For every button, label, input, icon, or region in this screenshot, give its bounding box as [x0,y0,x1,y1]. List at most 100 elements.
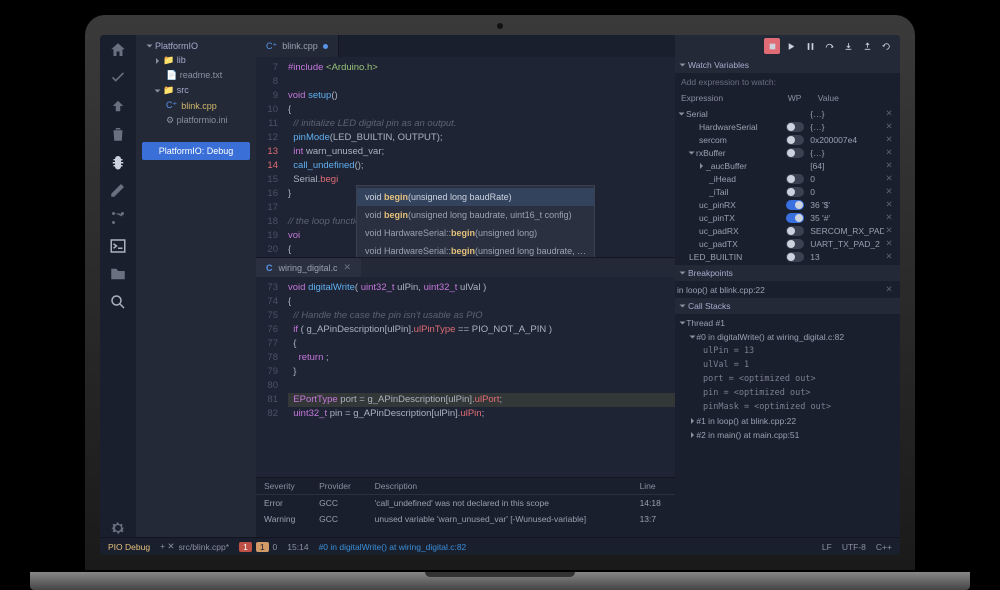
search-activity-icon[interactable] [109,293,127,311]
autocomplete-item[interactable]: void HardwareSerial::begin(unsigned long… [357,224,594,242]
debug-panel: Watch Variables Add expression to watch:… [675,35,900,537]
problem-row[interactable]: WarningGCCunused variable 'warn_unused_v… [256,511,675,527]
close-icon[interactable]: ✕ [884,147,894,158]
watch-row[interactable]: sercom0x200007e4 ✕ [675,133,900,146]
tree-item[interactable]: ⚙ platformio.ini [136,113,256,128]
debug-stop-button[interactable] [764,38,780,54]
status-git[interactable]: + ✕ src/blink.cpp* [160,541,229,552]
watchpoint-toggle[interactable] [786,174,804,184]
bug-icon[interactable] [109,153,127,171]
debug-pause-button[interactable] [802,38,818,54]
status-lang[interactable]: C++ [876,542,892,552]
tree-root[interactable]: PlatformIO [136,39,256,53]
breakpoints-header[interactable]: Breakpoints [675,265,900,281]
stack-var: ulPin = 13 [675,344,900,358]
close-icon[interactable]: ✕ [884,160,894,171]
watchpoint-toggle[interactable] [786,213,804,223]
watchpoint-toggle[interactable] [786,122,804,132]
editor-tab[interactable]: C wiring_digital.c ✕ [256,258,361,277]
code-editor-2[interactable]: 73747576777879808182 void digitalWrite( … [256,277,675,477]
activity-bar [100,35,136,537]
status-pio[interactable]: PIO Debug [108,542,150,552]
upload-icon[interactable] [109,97,127,115]
stack-frame[interactable]: #1 in loop() at blink.cpp:22 [675,414,900,428]
callstack-header[interactable]: Call Stacks [675,298,900,314]
autocomplete-item[interactable]: void begin(unsigned long baudrate, uint1… [357,206,594,224]
watch-row[interactable]: Serial{…}✕ [675,107,900,120]
watchpoint-toggle[interactable] [786,187,804,197]
autocomplete-item[interactable]: void HardwareSerial::begin(unsigned long… [357,242,594,257]
watchpoint-toggle[interactable] [786,239,804,249]
editor-tabs: C⁺ blink.cpp [256,35,675,57]
status-lf[interactable]: LF [822,542,832,552]
gear-icon[interactable] [109,519,127,537]
close-icon[interactable]: ✕ [884,186,894,197]
debug-config-badge[interactable]: PlatformIO: Debug [142,142,250,160]
debug-step-over-button[interactable] [821,38,837,54]
tree-item[interactable]: 📁 lib [136,53,256,68]
close-icon[interactable]: ✕ [884,238,894,249]
debug-toolbar [675,35,900,57]
watch-row[interactable]: uc_padRXSERCOM_RX_PAD_3✕ [675,224,900,237]
thread-row[interactable]: Thread #1 [675,316,900,330]
close-icon[interactable]: ✕ [884,251,894,262]
status-bar: PIO Debug + ✕ src/blink.cpp* 11 0 15:14 … [100,537,900,555]
watch-row[interactable]: _aucBuffer[64]✕ [675,159,900,172]
watch-row[interactable]: HardwareSerial{…}✕ [675,120,900,133]
breakpoint-row[interactable]: in loop() at blink.cpp:22✕ [675,283,900,296]
editor-area: C⁺ blink.cpp 789101112131415161718192021… [256,35,675,537]
stack-frame[interactable]: #0 in digitalWrite() at wiring_digital.c… [675,330,900,344]
status-frame[interactable]: #0 in digitalWrite() at wiring_digital.c… [319,542,467,552]
close-icon[interactable]: ✕ [884,284,894,295]
watch-add-input[interactable]: Add expression to watch: [675,73,900,91]
watch-row[interactable]: uc_pinRX36 '$'✕ [675,198,900,211]
debug-continue-button[interactable] [783,38,799,54]
status-errors[interactable]: 1 [239,542,252,552]
terminal-icon[interactable] [109,237,127,255]
watchpoint-toggle[interactable] [786,148,804,158]
close-icon[interactable]: ✕ [884,199,894,210]
tree-item[interactable]: 📁 src [136,83,256,98]
check-icon[interactable] [109,69,127,87]
close-icon[interactable]: ✕ [884,225,894,236]
explorer-sidebar: PlatformIO 📁 lib📄 readme.txt📁 srcC⁺ blin… [136,35,256,537]
debug-step-into-button[interactable] [840,38,856,54]
autocomplete-popup[interactable]: void begin(unsigned long baudRate)void b… [356,185,595,257]
watch-row[interactable]: _iHead0✕ [675,172,900,185]
status-cursor[interactable]: 15:14 [287,542,308,552]
tree-item[interactable]: 📄 readme.txt [136,68,256,83]
status-warnings[interactable]: 1 [256,542,269,552]
watchpoint-toggle[interactable] [786,226,804,236]
debug-restart-button[interactable] [878,38,894,54]
close-icon[interactable]: ✕ [884,108,894,119]
watchpoint-toggle[interactable] [786,135,804,145]
watchpoint-toggle[interactable] [786,252,804,262]
close-icon[interactable]: ✕ [884,212,894,223]
stack-var: port = <optimized out> [675,372,900,386]
branch-icon[interactable] [109,209,127,227]
watchpoint-toggle[interactable] [786,200,804,210]
watch-row[interactable]: uc_padTXUART_TX_PAD_2✕ [675,237,900,250]
close-icon[interactable]: ✕ [884,121,894,132]
watch-row[interactable]: _iTail0✕ [675,185,900,198]
tree-item[interactable]: C⁺ blink.cpp [136,98,256,113]
watch-row[interactable]: rxBuffer{…}✕ [675,146,900,159]
trash-icon[interactable] [109,125,127,143]
stack-var: pinMask = <optimized out> [675,400,900,414]
editor-tab[interactable]: C⁺ blink.cpp [256,35,339,57]
code-editor-1[interactable]: 789101112131415161718192021222324 #inclu… [256,57,675,257]
close-icon[interactable]: ✕ [884,173,894,184]
close-icon[interactable]: ✕ [884,134,894,145]
autocomplete-item[interactable]: void begin(unsigned long baudRate) [357,188,594,206]
edit-icon[interactable] [109,181,127,199]
watch-row[interactable]: LED_BUILTIN13✕ [675,250,900,263]
watch-row[interactable]: uc_pinTX35 '#'✕ [675,211,900,224]
folder-icon[interactable] [109,265,127,283]
problem-row[interactable]: ErrorGCC'call_undefined' was not declare… [256,495,675,512]
debug-step-out-button[interactable] [859,38,875,54]
status-enc[interactable]: UTF-8 [842,542,866,552]
watch-header[interactable]: Watch Variables [675,57,900,73]
home-icon[interactable] [109,41,127,59]
stack-var: ulVal = 1 [675,358,900,372]
stack-frame[interactable]: #2 in main() at main.cpp:51 [675,428,900,442]
